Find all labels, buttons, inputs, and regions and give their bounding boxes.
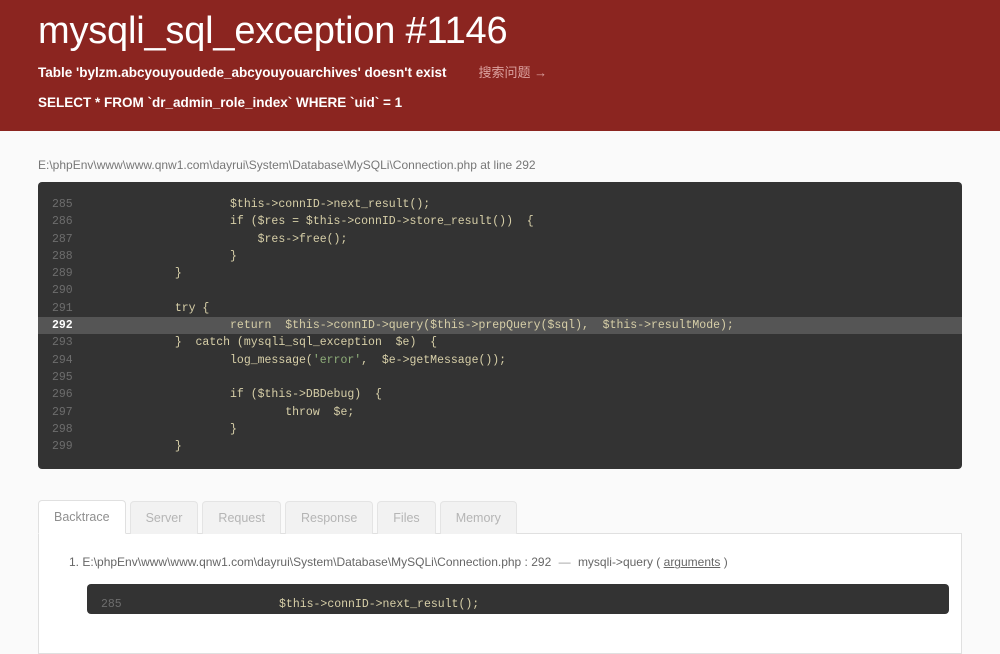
page-title: mysqli_sql_exception #1146 (38, 10, 508, 52)
code-line-text: } (92, 249, 237, 263)
source-code-block: 285 $this->connID->next_result(); 286 if … (38, 182, 962, 470)
backtrace-list-item: 1. E:\phpEnv\www\www.qnw1.com\dayrui\Sys… (63, 554, 937, 571)
backtrace-paren-close: ) (723, 555, 728, 570)
search-issue-link[interactable]: 搜索问题 → (479, 65, 548, 81)
code-line-number: 289 (52, 267, 73, 281)
code-line-number: 290 (52, 284, 73, 298)
code-line-number: 297 (52, 405, 73, 419)
tab-response[interactable]: Response (284, 501, 374, 535)
code-line: 285 $this->connID->next_result(); (87, 596, 949, 613)
tab-memory[interactable]: Memory (439, 501, 517, 535)
source-file-path: E:\phpEnv\www\www.qnw1.com\dayrui\System… (38, 158, 536, 172)
error-header: mysqli_sql_exception #1146 Table 'bylzm.… (0, 0, 1000, 131)
code-line-number: 293 (52, 336, 73, 350)
code-line: 285 $this->connID->next_result(); (38, 196, 962, 213)
code-line-text: if ($this->DBDebug) { (92, 388, 382, 402)
code-line-number: 295 (52, 370, 73, 384)
tab-files[interactable]: Files (377, 501, 436, 535)
code-line-text: if ($res = $this->connID->store_result()… (92, 215, 534, 229)
backtrace-index: 1. (69, 555, 80, 570)
code-line-text: log_message('error', $e->getMessage()); (92, 353, 507, 367)
code-line-text: return $this->connID->query($this->prepQ… (92, 319, 734, 333)
code-line: 290 (38, 282, 962, 299)
code-line-number: 296 (52, 388, 73, 402)
tabs-section: Backtrace Server Request Response Files Memor… (38, 499, 962, 654)
code-line: 287 $res->free(); (38, 231, 962, 248)
code-line-number: 285 (101, 598, 122, 612)
code-line-number: 286 (52, 215, 73, 229)
code-line: 297 throw $e; (38, 404, 962, 421)
error-sql-query: SELECT * FROM `dr_admin_role_index` WHER… (38, 95, 403, 110)
error-submeta: Table 'bylzm.abcyouyoudede_abcyouyouarch… (38, 65, 962, 81)
code-line: 296 if ($this->DBDebug) { (38, 386, 962, 403)
backtrace-arguments-link[interactable]: arguments (664, 555, 721, 569)
code-line: 291 try { (38, 300, 962, 317)
code-line-number: 285 (52, 198, 73, 211)
backtrace-path: E:\phpEnv\www\www.qnw1.com\dayrui\System… (82, 555, 552, 570)
tab-backtrace[interactable]: Backtrace (38, 500, 126, 535)
code-line-text: } catch (mysqli_sql_exception $e) { (92, 336, 438, 350)
main-content: E:\phpEnv\www\www.qnw1.com\dayrui\System… (0, 131, 1000, 654)
tab-list: Backtrace Server Request Response Files Memor… (38, 499, 962, 535)
code-line-number: 298 (52, 422, 73, 436)
code-line-text: } (92, 422, 237, 436)
code-line: 286 if ($res = $this->connID->store_resu… (38, 213, 962, 230)
tab-panel-backtrace: 1. E:\phpEnv\www\www.qnw1.com\dayrui\Sys… (38, 534, 962, 654)
tab-server[interactable]: Server (129, 501, 199, 535)
error-message: Table 'bylzm.abcyouyoudede_abcyouyouarch… (38, 65, 447, 80)
code-line: 289 } (38, 265, 962, 282)
code-line-text: $res->free(); (92, 232, 348, 246)
tab-request[interactable]: Request (202, 501, 281, 535)
code-line-text: try { (92, 301, 210, 315)
code-line: 298 } (38, 421, 962, 438)
code-line: 288 } (38, 248, 962, 265)
code-line-number: 287 (52, 232, 73, 246)
code-line-text: } (92, 267, 182, 281)
code-line-number: 294 (52, 353, 73, 367)
code-line: 293 } catch (mysqli_sql_exception $e) { (38, 334, 962, 351)
backtrace-dash: — (558, 555, 571, 570)
code-line-text: throw $e; (92, 405, 355, 419)
code-line-text: } (92, 440, 182, 454)
code-line: 294 log_message('error', $e->getMessage(… (38, 352, 962, 369)
code-line-number: 292 (52, 319, 73, 333)
code-line-text: $this->connID->next_result(); (92, 198, 431, 211)
code-line-number: 299 (52, 440, 73, 454)
code-line-number: 291 (52, 301, 73, 315)
code-line: 292 return $this->connID->query($this->p… (38, 317, 962, 335)
backtrace-code-block: 285 $this->connID->next_result(); (87, 584, 949, 614)
code-line: 295 (38, 369, 962, 386)
backtrace-function: mysqli->query ( (577, 555, 661, 570)
code-line: 299 } (38, 438, 962, 455)
code-line-number: 288 (52, 249, 73, 263)
code-line-text: $this->connID->next_result(); (141, 598, 480, 612)
